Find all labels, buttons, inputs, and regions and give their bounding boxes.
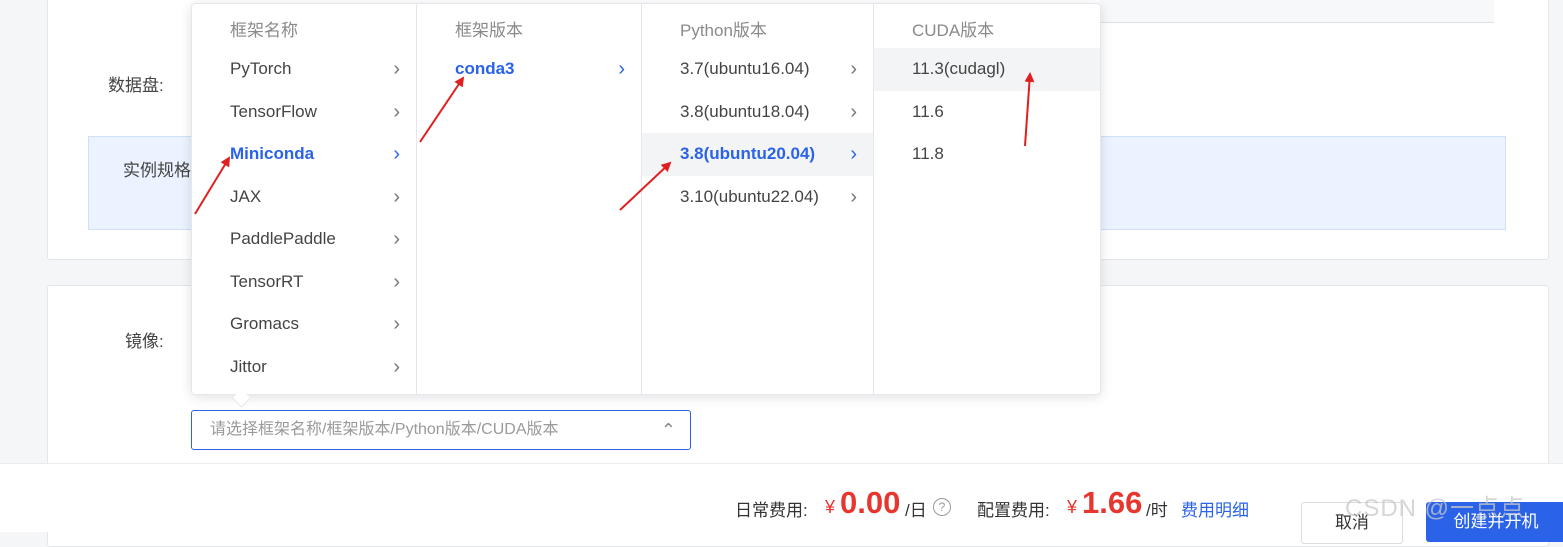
column-header: CUDA版本 <box>912 21 995 40</box>
option-label: Gromacs <box>230 314 299 333</box>
chevron-right-icon: › <box>393 185 400 208</box>
chevron-right-icon: › <box>393 143 400 165</box>
cascader-option[interactable]: PyTorch › <box>192 48 416 91</box>
help-icon[interactable]: ? <box>933 498 951 516</box>
option-label: Miniconda <box>230 144 315 163</box>
cascader-option[interactable]: 3.10(ubuntu22.04) › <box>642 176 873 219</box>
config-fee-label: 配置费用: <box>977 501 1050 520</box>
cascader-option[interactable]: conda3 › <box>417 48 641 91</box>
cascader-option[interactable]: 3.8(ubuntu18.04) › <box>642 91 873 134</box>
daily-fee-amount: 0.00 <box>840 485 901 520</box>
image-cascader-input[interactable]: 请选择框架名称/框架版本/Python版本/CUDA版本 ⌃ <box>191 410 691 450</box>
option-label: PaddlePaddle <box>230 229 336 248</box>
cascader-option[interactable]: JAX › <box>192 176 416 219</box>
image-label: 镜像: <box>125 332 164 351</box>
image-cascader-dropdown: 框架名称 PyTorch › TensorFlow › Miniconda › JAX › Pa… <box>191 3 1101 395</box>
option-label: 11.8 <box>912 144 944 163</box>
cascader-option[interactable]: Gromacs › <box>192 303 416 346</box>
option-label: PyTorch <box>230 59 292 78</box>
cascader-option[interactable]: 3.8(ubuntu20.04) › <box>642 133 873 176</box>
option-label: 3.8(ubuntu20.04) <box>680 144 816 163</box>
watermark: CSDN @一点点 <box>1345 495 1526 522</box>
column-header: 框架名称 <box>230 21 298 40</box>
chevron-up-icon: ⌃ <box>660 420 676 440</box>
cascader-option[interactable]: TensorFlow › <box>192 91 416 134</box>
chevron-right-icon: › <box>393 355 400 378</box>
option-label: TensorFlow <box>230 101 317 121</box>
column-header: Python版本 <box>680 21 767 40</box>
option-label: conda3 <box>455 59 515 78</box>
chevron-right-icon: › <box>393 313 400 335</box>
footer-bar: 日常费用: ¥ 0.00 /日 ? 配置费用: ¥ 1.66 /时 费用明细 取… <box>0 463 1563 544</box>
cascader-option[interactable]: TensorRT › <box>192 261 416 304</box>
option-label: TensorRT <box>230 271 304 291</box>
chevron-right-icon: › <box>393 100 400 123</box>
cascader-column-python-version: Python版本 3.7(ubuntu16.04) › 3.8(ubuntu18.0… <box>642 4 874 394</box>
daily-fee-unit: /日 <box>905 501 927 520</box>
instance-spec-label: 实例规格 <box>123 161 191 180</box>
data-disk-label: 数据盘: <box>108 76 164 95</box>
column-header: 框架版本 <box>455 21 523 40</box>
cascader-option[interactable]: 11.6 <box>874 91 1100 134</box>
cascader-option[interactable]: 11.8 <box>874 133 1100 176</box>
chevron-right-icon: › <box>393 228 400 250</box>
chevron-right-icon: › <box>850 185 857 208</box>
cascader-option[interactable]: 11.3(cudagl) <box>874 48 1100 91</box>
chevron-right-icon: › <box>393 58 400 80</box>
config-fee-unit: /时 <box>1146 501 1168 520</box>
daily-fee-label: 日常费用: <box>735 501 808 520</box>
cascader-column-framework-version: 框架版本 conda3 › <box>417 4 642 394</box>
cascader-option[interactable]: Miniconda › <box>192 133 416 176</box>
chevron-right-icon: › <box>850 143 857 165</box>
option-label: Jittor <box>230 356 267 376</box>
chevron-right-icon: › <box>618 58 625 80</box>
option-label: 11.3(cudagl) <box>912 59 1006 78</box>
cascader-column-framework-name: 框架名称 PyTorch › TensorFlow › Miniconda › JAX › Pa… <box>192 4 417 394</box>
cascader-option[interactable]: PaddlePaddle › <box>192 218 416 261</box>
config-fee-currency: ¥ <box>1067 497 1078 517</box>
cascader-column-cuda-version: CUDA版本 11.3(cudagl) 11.6 11.8 <box>874 4 1100 394</box>
option-label: 3.7(ubuntu16.04) <box>680 59 810 78</box>
image-select-placeholder: 请选择框架名称/框架版本/Python版本/CUDA版本 <box>210 421 559 438</box>
option-label: JAX <box>230 186 262 206</box>
option-label: 3.8(ubuntu18.04) <box>680 101 810 121</box>
cascader-option[interactable]: Jittor › <box>192 346 416 389</box>
cascader-option[interactable]: 3.7(ubuntu16.04) › <box>642 48 873 91</box>
config-fee-amount: 1.66 <box>1082 485 1143 520</box>
chevron-right-icon: › <box>393 270 400 293</box>
top-divider <box>1100 0 1494 23</box>
daily-fee-currency: ¥ <box>825 497 836 517</box>
option-label: 3.10(ubuntu22.04) <box>680 186 819 206</box>
chevron-right-icon: › <box>850 58 857 80</box>
chevron-right-icon: › <box>850 100 857 123</box>
option-label: 11.6 <box>912 101 944 121</box>
fee-detail-link[interactable]: 费用明细 <box>1181 496 1249 521</box>
